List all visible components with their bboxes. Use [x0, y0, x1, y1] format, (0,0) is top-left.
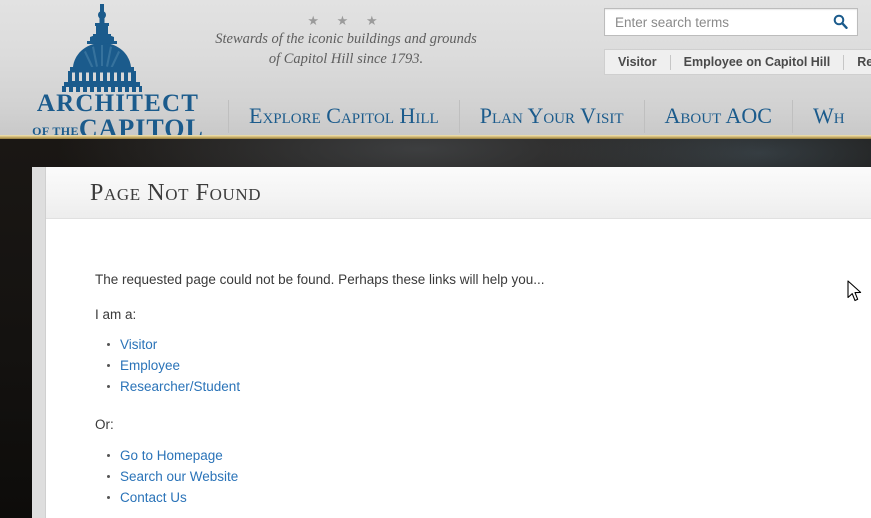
tagline-line-2: of Capitol Hill since 1793.: [268, 51, 424, 67]
utility-nav-item-researcher[interactable]: Res: [844, 50, 871, 74]
list-item: Go to Homepage: [98, 445, 238, 466]
main-nav: Explore Capitol Hill Plan Your Visit Abo…: [228, 100, 865, 135]
site-header: ARCHITECT OF THECAPITOL ★ ★ ★ Stewards o…: [0, 0, 871, 135]
page-title-bar: Page Not Found: [46, 167, 871, 219]
page-body: The requested page could not be found. P…: [46, 220, 871, 518]
logo-capitol-text: CAPITOL: [78, 114, 204, 136]
utility-nav-item-employee[interactable]: Employee on Capitol Hill: [671, 50, 844, 74]
utility-nav: Visitor Employee on Capitol Hill Res: [604, 49, 871, 75]
logo-ofthe-text: OF THE: [32, 124, 79, 135]
roles-link-list: Visitor Employee Researcher/Student: [98, 334, 240, 397]
link-contact-us[interactable]: Contact Us: [120, 490, 187, 505]
or-heading: Or:: [95, 417, 114, 432]
nav-item-explore-capitol-hill[interactable]: Explore Capitol Hill: [229, 100, 459, 132]
link-visitor[interactable]: Visitor: [120, 337, 157, 352]
nav-item-what-we-do[interactable]: Wh: [793, 100, 865, 132]
logo-wordmark: ARCHITECT OF THECAPITOL: [22, 90, 214, 136]
utility-nav-item-visitor[interactable]: Visitor: [605, 50, 670, 74]
tagline: ★ ★ ★ Stewards of the iconic buildings a…: [196, 12, 496, 69]
link-researcher-student[interactable]: Researcher/Student: [120, 379, 240, 394]
search-button[interactable]: [827, 11, 853, 35]
capitol-dome-icon: [50, 4, 154, 92]
nav-item-plan-your-visit[interactable]: Plan Your Visit: [460, 100, 644, 132]
actions-link-list: Go to Homepage Search our Website Contac…: [98, 445, 238, 508]
link-go-to-homepage[interactable]: Go to Homepage: [120, 448, 223, 463]
nav-item-about-aoc[interactable]: About AOC: [645, 100, 792, 132]
search-box[interactable]: [604, 8, 858, 36]
site-logo[interactable]: ARCHITECT OF THECAPITOL: [22, 2, 214, 135]
list-item: Employee: [98, 355, 240, 376]
tagline-line-1: Stewards of the iconic buildings and gro…: [215, 31, 477, 47]
link-search-our-website[interactable]: Search our Website: [120, 469, 238, 484]
search-icon: [833, 14, 848, 32]
search-input[interactable]: [615, 9, 827, 35]
list-item: Researcher/Student: [98, 376, 240, 397]
panel-left-edge: [32, 167, 46, 518]
list-item: Visitor: [98, 334, 240, 355]
three-stars-icon: ★ ★ ★: [307, 13, 385, 28]
content-panel: Page Not Found The requested page could …: [32, 167, 871, 518]
list-item: Contact Us: [98, 487, 238, 508]
not-found-message: The requested page could not be found. P…: [95, 272, 545, 287]
logo-architect-text: ARCHITECT: [36, 90, 200, 117]
roles-heading: I am a:: [95, 307, 137, 322]
link-employee[interactable]: Employee: [120, 358, 180, 373]
list-item: Search our Website: [98, 466, 238, 487]
page-title: Page Not Found: [90, 180, 262, 206]
